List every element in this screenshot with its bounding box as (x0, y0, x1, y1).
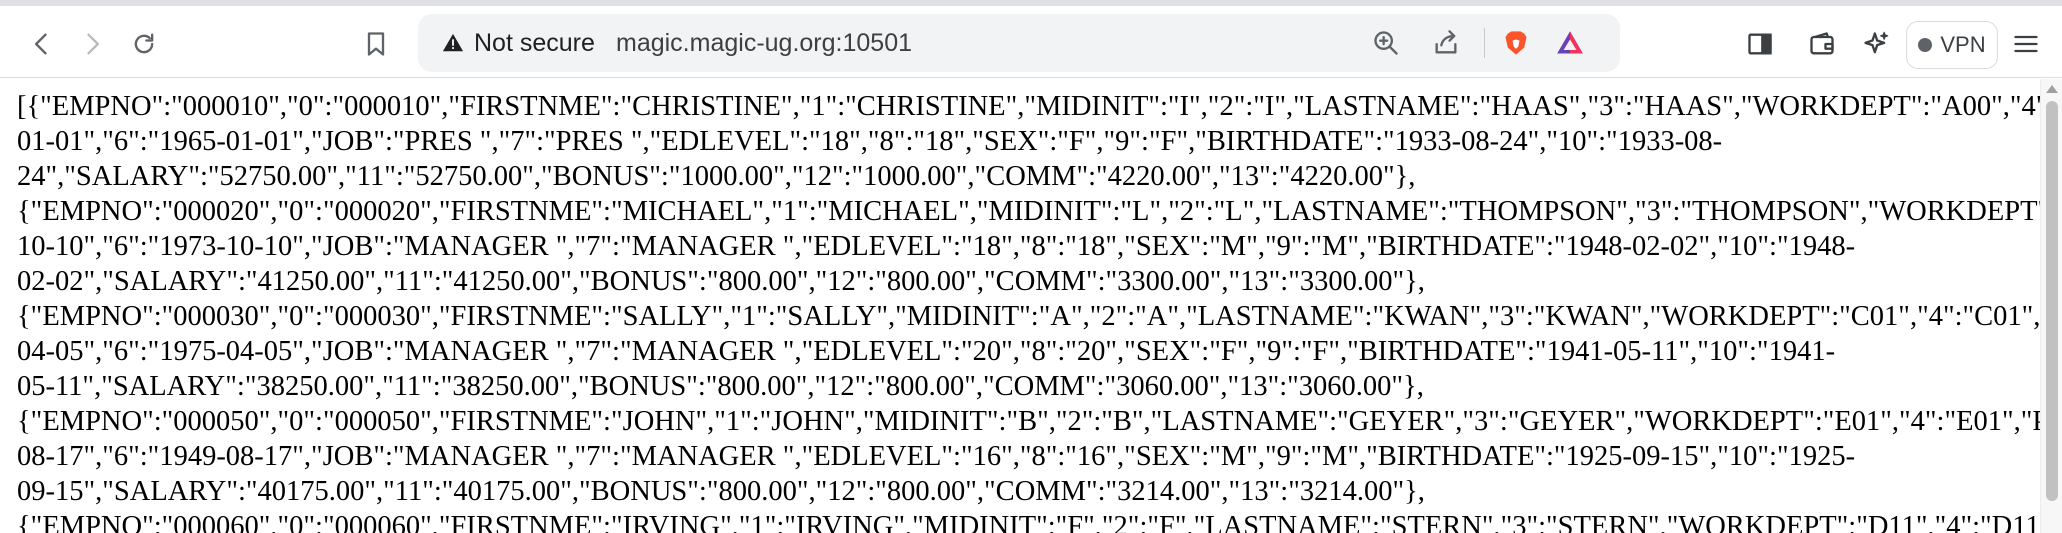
brave-shields-button[interactable] (1498, 25, 1534, 61)
vpn-button[interactable]: VPN (1906, 21, 1998, 69)
zoom-button[interactable] (1368, 25, 1404, 61)
bookmark-button[interactable] (354, 22, 398, 66)
json-response-text: [{"EMPNO":"000010","0":"000010","FIRSTNM… (17, 89, 2040, 533)
forward-button[interactable] (70, 22, 114, 66)
json-text-line: 04-05","6":"1975-04-05","JOB":"MANAGER "… (17, 336, 1836, 367)
json-text-line: 10-10","6":"1973-10-10","JOB":"MANAGER "… (17, 231, 1856, 262)
back-button[interactable] (20, 22, 64, 66)
share-icon (1435, 30, 1457, 54)
reload-button[interactable] (122, 22, 166, 66)
site-security-chip[interactable]: Not secure (432, 23, 605, 63)
wallet-button[interactable] (1800, 22, 1844, 66)
reload-icon (134, 33, 154, 54)
json-text-line: 24","SALARY":"52750.00","11":"52750.00",… (17, 161, 1416, 192)
vpn-status-dot (1918, 38, 1933, 52)
json-text-line: 08-17","6":"1949-08-17","JOB":"MANAGER "… (17, 441, 1856, 472)
json-text-line: [{"EMPNO":"000010","0":"000010","FIRSTNM… (17, 91, 2040, 122)
json-text-line: 09-15","SALARY":"40175.00","11":"40175.0… (17, 476, 1425, 507)
scroll-up-arrow-icon[interactable] (2046, 85, 2058, 93)
leo-ai-icon (1864, 31, 1889, 54)
leo-ai-button[interactable] (1854, 22, 1898, 66)
brave-rewards-triangle-icon (1557, 31, 1583, 54)
sidebar-icon (1748, 33, 1772, 55)
scrollbar-thumb[interactable] (2046, 101, 2058, 501)
url-text[interactable]: magic.magic-ug.org:10501 (616, 29, 912, 58)
brave-lion-icon (1505, 31, 1527, 55)
browser-toolbar: Not secure magic.magic-ug.org:10501 VPN (0, 0, 2062, 78)
json-text-line: 02-02","SALARY":"41250.00","11":"41250.0… (17, 266, 1425, 297)
main-menu-button[interactable] (2004, 22, 2048, 66)
hamburger-menu-icon (2014, 35, 2038, 53)
arrow-right-icon (87, 33, 100, 55)
vertical-scrollbar[interactable] (2040, 79, 2062, 533)
json-text-line: 01-01","6":"1965-01-01","JOB":"PRES ","7… (17, 126, 1723, 157)
wallet-icon (1810, 32, 1834, 55)
zoom-in-icon (1374, 31, 1398, 55)
sidebar-button[interactable] (1738, 22, 1782, 66)
warning-icon (442, 33, 464, 52)
address-bar[interactable]: Not secure magic.magic-ug.org:10501 (418, 14, 1620, 72)
arrow-left-icon (35, 33, 47, 55)
page-content: [{"EMPNO":"000010","0":"000010","FIRSTNM… (0, 79, 2040, 533)
json-text-line: {"EMPNO":"000050","0":"000050","FIRSTNME… (17, 406, 2040, 437)
json-text-line: {"EMPNO":"000030","0":"000030","FIRSTNME… (17, 301, 2040, 332)
share-button[interactable] (1428, 25, 1464, 61)
vpn-label: VPN (1940, 32, 1986, 57)
url-separator (1484, 28, 1485, 58)
json-text-line: {"EMPNO":"000020","0":"000020","FIRSTNME… (17, 196, 2040, 227)
security-label: Not secure (474, 28, 595, 57)
json-text-line: {"EMPNO":"000060","0":"000060","FIRSTNME… (17, 511, 2040, 533)
json-text-line: 05-11","SALARY":"38250.00","11":"38250.0… (17, 371, 1424, 402)
bookmark-icon (367, 32, 385, 56)
brave-rewards-button[interactable] (1552, 25, 1588, 61)
